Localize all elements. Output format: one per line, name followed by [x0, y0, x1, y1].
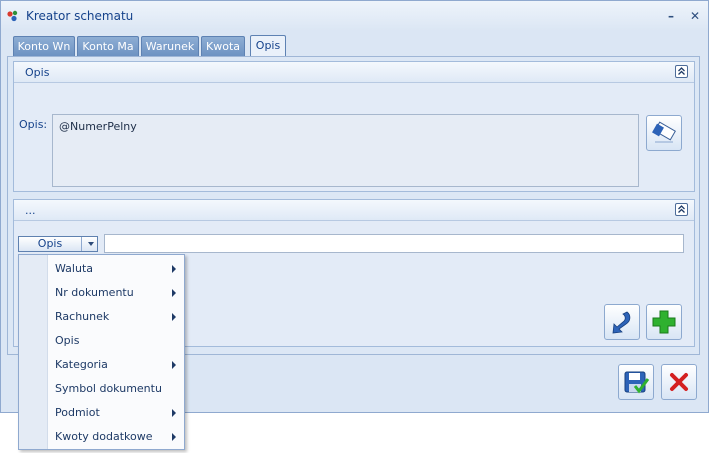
- dropdown-menu: Waluta Nr dokumentu Rachunek Opis Katego…: [18, 254, 185, 450]
- double-chevron-up-icon: [678, 67, 685, 75]
- tab-opis[interactable]: Opis: [250, 35, 286, 57]
- menu-item-waluta[interactable]: Waluta: [20, 257, 183, 281]
- menu-item-label: Podmiot: [55, 406, 100, 419]
- opis-field-label: Opis:: [19, 118, 48, 131]
- submenu-arrow-icon: [172, 433, 176, 441]
- dropdown-selected-value: Opis: [19, 237, 82, 251]
- menu-item-label: Waluta: [55, 262, 93, 275]
- menu-item-kwoty-dodatkowe[interactable]: Kwoty dodatkowe: [20, 425, 183, 449]
- opis-group: Opis Opis: @NumerPelny: [13, 61, 695, 192]
- window-title: Kreator schematu: [26, 9, 134, 23]
- menu-item-rachunek[interactable]: Rachunek: [20, 305, 183, 329]
- submenu-arrow-icon: [172, 289, 176, 297]
- menu-item-label: Symbol dokumentu: [55, 382, 162, 395]
- return-arrow-icon: [612, 311, 631, 334]
- tab-konto-wn[interactable]: Konto Wn: [13, 36, 75, 56]
- element-type-dropdown[interactable]: Opis: [18, 236, 98, 252]
- menu-item-opis[interactable]: Opis: [20, 329, 183, 353]
- submenu-arrow-icon: [172, 409, 176, 417]
- save-disk-icon: [624, 371, 650, 394]
- menu-item-label: Kategoria: [55, 358, 108, 371]
- add-button[interactable]: [646, 304, 682, 340]
- expression-input[interactable]: [104, 234, 684, 253]
- menu-item-label: Kwoty dodatkowe: [55, 430, 153, 443]
- tab-kwota[interactable]: Kwota: [201, 36, 245, 56]
- eraser-edit-icon: [652, 121, 676, 143]
- menu-item-symbol-dokumentu[interactable]: Symbol dokumentu: [20, 377, 183, 401]
- edit-expression-button[interactable]: [646, 115, 682, 151]
- plus-add-icon: [652, 310, 676, 334]
- menu-item-podmiot[interactable]: Podmiot: [20, 401, 183, 425]
- cancel-x-icon: [670, 373, 688, 391]
- submenu-arrow-icon: [172, 313, 176, 321]
- menu-item-kategoria[interactable]: Kategoria: [20, 353, 183, 377]
- menu-item-nr-dokumentu[interactable]: Nr dokumentu: [20, 281, 183, 305]
- opis-group-header: Opis: [14, 62, 694, 83]
- menu-item-label: Nr dokumentu: [55, 286, 134, 299]
- title-bar: Kreator schematu – ✕: [1, 1, 708, 31]
- collapse-opis-button[interactable]: [675, 65, 688, 78]
- back-button[interactable]: [604, 304, 640, 340]
- minimize-button[interactable]: –: [663, 8, 679, 24]
- chevron-down-icon[interactable]: [88, 242, 94, 246]
- tab-konto-ma[interactable]: Konto Ma: [77, 36, 139, 56]
- expression-group-title: ...: [25, 204, 36, 217]
- submenu-arrow-icon: [172, 361, 176, 369]
- menu-item-label: Opis: [55, 334, 80, 347]
- double-chevron-up-icon: [678, 205, 685, 213]
- collapse-expression-button[interactable]: [675, 203, 688, 216]
- opis-group-title: Opis: [25, 66, 50, 79]
- submenu-arrow-icon: [172, 265, 176, 273]
- app-logo-icon: [7, 10, 18, 22]
- tab-warunek[interactable]: Warunek: [141, 36, 199, 56]
- menu-item-label: Rachunek: [55, 310, 110, 323]
- save-button[interactable]: [618, 364, 654, 400]
- cancel-button[interactable]: [661, 364, 697, 400]
- close-button[interactable]: ✕: [687, 8, 703, 24]
- expression-group-header: ...: [14, 200, 694, 221]
- opis-textarea[interactable]: @NumerPelny: [52, 114, 639, 187]
